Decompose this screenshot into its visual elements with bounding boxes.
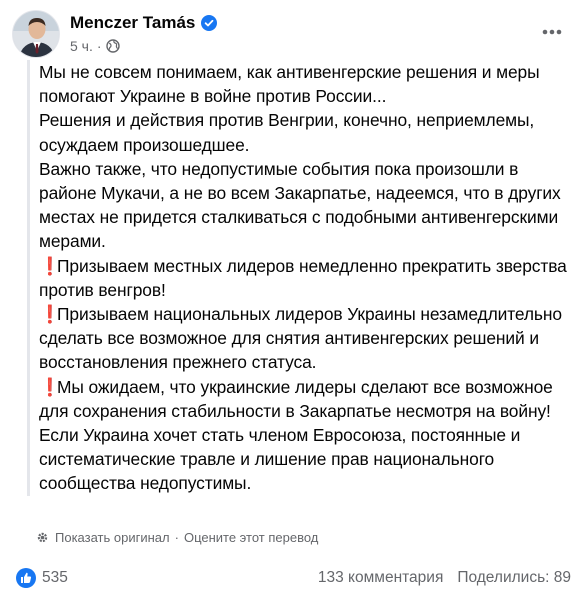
post-timestamp[interactable]: 5 ч. xyxy=(70,38,93,54)
exclamation-icon: ❗ xyxy=(39,304,61,325)
engagement-links: 133 комментария Поделились: 89 xyxy=(318,569,571,587)
post-meta: 5 ч. · xyxy=(70,38,120,54)
meta-separator: · xyxy=(96,38,102,54)
gear-icon xyxy=(36,531,49,544)
post-bullet: ❗Призываем национальных лидеров Украины … xyxy=(39,302,567,375)
shares-count-link[interactable]: Поделились: 89 xyxy=(457,569,571,587)
post-paragraph: Решения и действия против Венгрии, конеч… xyxy=(39,110,535,155)
like-reaction-icon xyxy=(16,568,36,588)
more-options-icon[interactable] xyxy=(536,20,568,44)
author-name[interactable]: Menczer Tamás xyxy=(70,13,195,33)
globe-icon[interactable] xyxy=(105,39,120,53)
post-paragraph: Мы не совсем понимаем, как антивенгерски… xyxy=(39,62,540,107)
exclamation-icon: ❗ xyxy=(39,255,61,276)
post-bullet: ❗Призываем местных лидеров немедленно пр… xyxy=(39,254,567,302)
post-stats: 535 133 комментария Поделились: 89 xyxy=(16,566,571,590)
post-bullet: ❗Мы ожидаем, что украинские лидеры сдела… xyxy=(39,375,567,423)
translation-row: Показать оригинал · Оцените этот перевод xyxy=(36,530,318,545)
facebook-post: Menczer Tamás 5 ч. · Мы не совсем понима… xyxy=(0,0,583,600)
name-row: Menczer Tamás xyxy=(70,13,218,33)
post-paragraph: Важно также, что недопустимые события по… xyxy=(39,158,561,252)
rate-translation-link[interactable]: Оцените этот перевод xyxy=(184,530,318,545)
author-avatar[interactable] xyxy=(12,10,60,58)
verified-badge-icon xyxy=(201,15,218,31)
reactions-summary[interactable]: 535 xyxy=(16,568,68,588)
exclamation-icon: ❗ xyxy=(39,376,61,397)
post-header: Menczer Tamás 5 ч. · xyxy=(12,10,572,60)
translation-separator: · xyxy=(174,530,179,545)
show-original-link[interactable]: Показать оригинал xyxy=(55,530,170,545)
post-bullet-text: Мы ожидаем, что украинские лидеры сделаю… xyxy=(39,376,553,421)
post-bullet-text: Призываем национальных лидеров Украины н… xyxy=(39,304,562,373)
reactions-count: 535 xyxy=(42,569,68,586)
post-body: Мы не совсем понимаем, как антивенгерски… xyxy=(27,60,567,496)
avatar-image xyxy=(13,11,59,57)
post-bullet-text: Призываем местных лидеров немедленно пре… xyxy=(39,255,567,300)
post-paragraph: Если Украина хочет стать членом Евросоюз… xyxy=(39,425,521,494)
comments-count-link[interactable]: 133 комментария xyxy=(318,569,443,587)
